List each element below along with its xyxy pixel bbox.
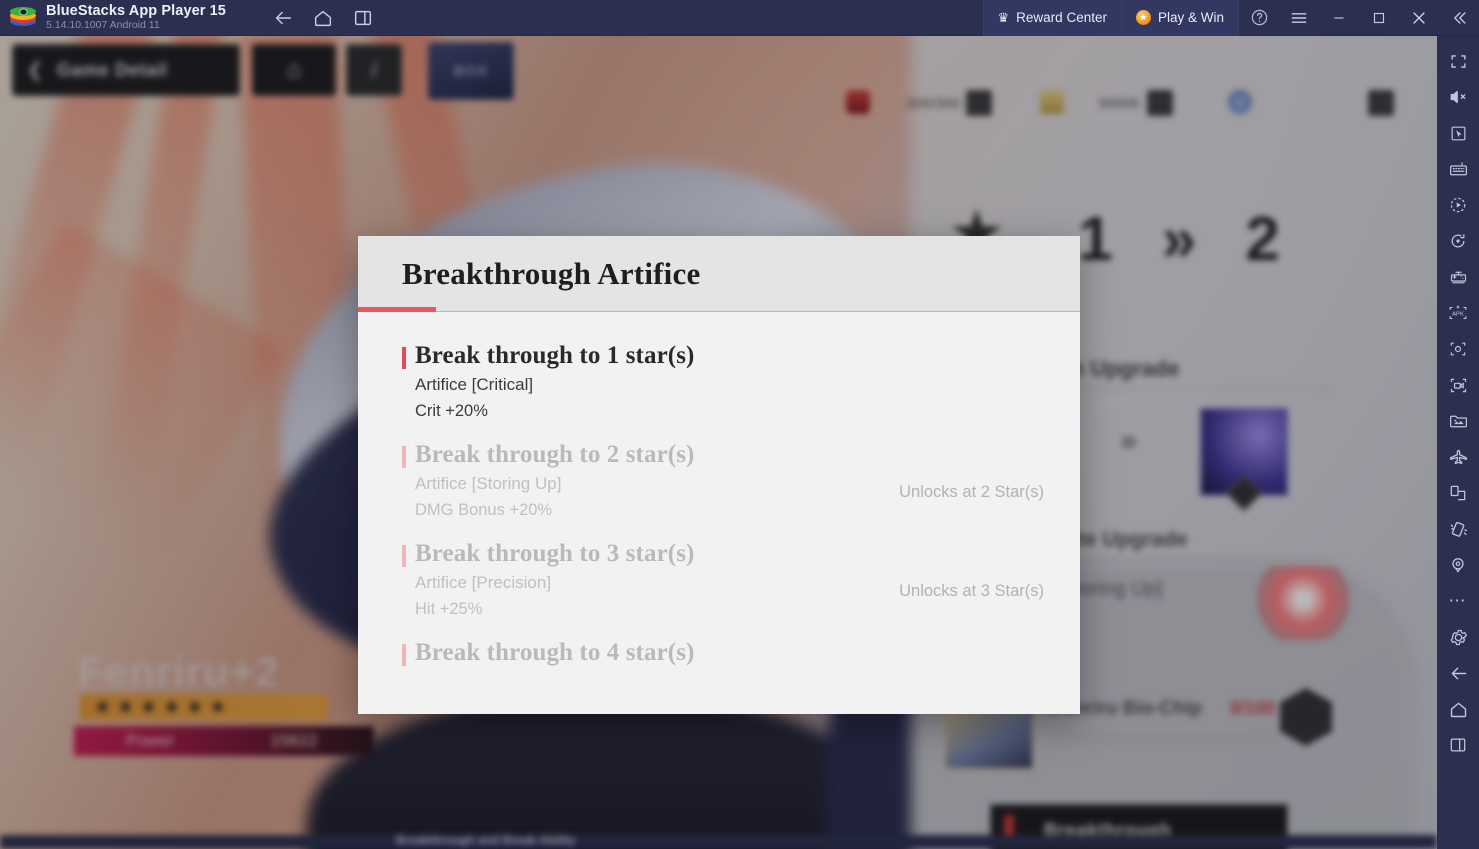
collapse-sidebar-button[interactable] [1439,0,1479,36]
artifice-entry: Break through to 2 star(s) Artifice [Sto… [358,441,1080,520]
keyboard-icon[interactable] [1443,154,1473,184]
gear-icon[interactable] [1443,622,1473,652]
app-title: BlueStacks App Player 15 [46,2,226,19]
reward-center-label: Reward Center [1016,10,1107,25]
back-icon[interactable] [272,7,294,29]
recents-icon[interactable] [352,7,374,29]
apk-install-icon[interactable]: APK [1443,298,1473,328]
bluestacks-sidebar: APK ⋯ [1437,36,1479,849]
gallery-folder-icon[interactable] [1443,406,1473,436]
app-title-block: BlueStacks App Player 15 5.14.10.1007 An… [46,2,226,32]
video-camera-icon[interactable] [1443,370,1473,400]
maximize-button[interactable] [1359,0,1399,36]
android-home-icon[interactable] [1443,694,1473,724]
artifice-entry: Break through to 3 star(s) Artifice [Pre… [358,540,1080,619]
menu-button[interactable] [1279,0,1319,36]
android-back-icon[interactable] [1443,658,1473,688]
entry-heading: Break through to 1 star(s) [415,342,695,369]
entry-heading: Break through to 4 star(s) [415,639,695,666]
location-pin-icon[interactable] [1443,550,1473,580]
android-nav-buttons [272,7,374,29]
home-icon[interactable] [312,7,334,29]
airplane-icon[interactable] [1443,442,1473,472]
breakthrough-artifice-dialog: Breakthrough Artifice Break through to 1… [358,236,1080,714]
entry-heading: Break through to 2 star(s) [415,441,695,468]
rotate-sync-icon[interactable] [1443,226,1473,256]
entry-accent-bar [402,644,406,666]
titlebar: BlueStacks App Player 15 5.14.10.1007 An… [0,0,1479,36]
entry-accent-bar [402,347,406,369]
entry-accent-bar [402,446,406,468]
multi-instance-icon[interactable] [1443,478,1473,508]
play-and-win-label: Play & Win [1157,10,1224,25]
ellipsis-icon[interactable]: ⋯ [1443,586,1473,616]
close-button[interactable] [1399,0,1439,36]
dialog-title: Breakthrough Artifice [402,256,701,291]
help-button[interactable] [1239,0,1279,36]
speaker-mute-icon[interactable] [1443,82,1473,112]
entry-effect: DMG Bonus +20% [415,501,553,519]
minimize-button[interactable] [1319,0,1359,36]
reward-center-button[interactable]: ♛ Reward Center [982,0,1121,36]
macro-play-icon[interactable] [1443,190,1473,220]
crown-icon: ♛ [997,9,1010,25]
entry-heading: Break through to 3 star(s) [415,540,695,567]
cursor-pointer-icon[interactable] [1443,118,1473,148]
android-recents-icon[interactable] [1443,730,1473,760]
entry-unlock: Unlocks at 3 Star(s) [899,582,1044,600]
dialog-body[interactable]: Break through to 1 star(s) Artifice [Cri… [358,312,1080,714]
entry-effect: Hit +25% [415,600,483,618]
bluestacks-logo [10,5,36,31]
play-and-win-button[interactable]: ★ Play & Win [1120,0,1239,36]
entry-unlock: Unlocks at 2 Star(s) [899,483,1044,501]
camera-icon[interactable] [1443,334,1473,364]
gamepad-controls-icon[interactable] [1443,262,1473,292]
artifice-entry: Break through to 4 star(s) [358,639,1080,667]
shake-tilt-icon[interactable] [1443,514,1473,544]
artifice-entry: Break through to 1 star(s) Artifice [Cri… [358,342,1080,421]
dialog-header: Breakthrough Artifice [358,236,1080,312]
entry-artifice: Artifice [Critical] [415,375,534,394]
entry-effect: Crit +20% [415,402,488,420]
entry-accent-bar [402,545,406,567]
app-version: 5.14.10.1007 Android 11 [46,19,160,32]
svg-text:APK: APK [1452,312,1464,318]
fullscreen-icon[interactable] [1443,46,1473,76]
star-badge-icon: ★ [1135,10,1151,25]
emulator-viewport: ❮ Game Detail ⌂ i BOX 300/300 3000K ★ 1 … [0,36,1437,849]
